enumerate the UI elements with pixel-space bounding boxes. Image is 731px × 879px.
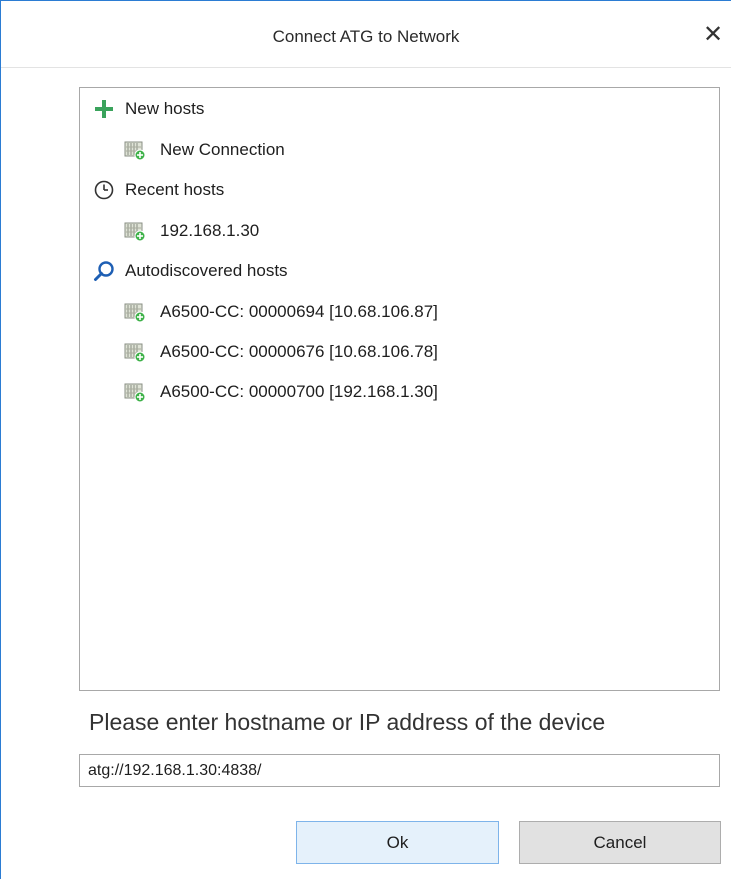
connect-dialog: Connect ATG to Network ✕ New hosts New C…	[0, 0, 731, 879]
tree-item-autodiscovered-host[interactable]: A6500-CC: 00000676 [10.68.106.78]	[124, 337, 438, 367]
device-icon	[124, 341, 146, 363]
device-icon	[124, 139, 146, 161]
close-icon[interactable]: ✕	[699, 19, 727, 51]
device-icon	[124, 381, 146, 403]
tree-group-label: Autodiscovered hosts	[125, 261, 288, 280]
tree-group-label: Recent hosts	[125, 180, 225, 199]
ok-button[interactable]: Ok	[296, 821, 499, 864]
tree-item-label: A6500-CC: 00000694 [10.68.106.87]	[160, 302, 438, 321]
clock-icon	[92, 178, 116, 202]
tree-item-recent-host[interactable]: 192.168.1.30	[124, 216, 259, 246]
hostname-input[interactable]	[79, 754, 720, 787]
plus-icon	[92, 97, 116, 121]
tree-item-label: A6500-CC: 00000676 [10.68.106.78]	[160, 342, 438, 361]
device-icon	[124, 220, 146, 242]
tree-group-new-hosts[interactable]: New hosts	[92, 94, 204, 124]
device-icon	[124, 301, 146, 323]
dialog-title: Connect ATG to Network	[272, 27, 460, 46]
host-tree[interactable]: New hosts New Connection Recent hosts 19…	[79, 87, 720, 691]
tree-group-label: New hosts	[125, 99, 205, 118]
tree-item-label: A6500-CC: 00000700 [192.168.1.30]	[160, 382, 438, 401]
tree-item-new-connection[interactable]: New Connection	[124, 135, 285, 165]
tree-item-autodiscovered-host[interactable]: A6500-CC: 00000700 [192.168.1.30]	[124, 377, 438, 407]
cancel-button[interactable]: Cancel	[519, 821, 721, 864]
tree-group-recent-hosts[interactable]: Recent hosts	[92, 175, 224, 205]
tree-item-autodiscovered-host[interactable]: A6500-CC: 00000694 [10.68.106.87]	[124, 297, 438, 327]
search-icon	[92, 259, 116, 283]
hostname-prompt: Please enter hostname or IP address of t…	[89, 709, 606, 735]
tree-item-label: New Connection	[160, 140, 285, 159]
tree-item-label: 192.168.1.30	[160, 221, 260, 240]
tree-group-autodiscovered-hosts[interactable]: Autodiscovered hosts	[92, 256, 288, 286]
title-bar: Connect ATG to Network ✕	[1, 1, 731, 68]
